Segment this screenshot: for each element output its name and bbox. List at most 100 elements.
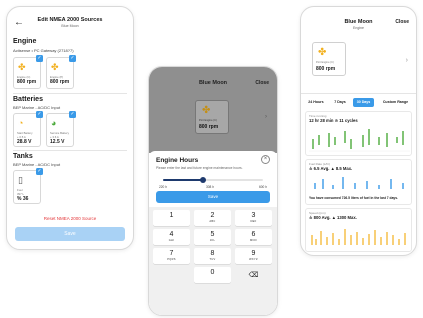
key-letters: WXYZ xyxy=(249,258,258,261)
slider-fill xyxy=(163,179,203,181)
close-icon[interactable]: × xyxy=(261,155,270,164)
sheet-title: Engine Hours xyxy=(156,157,199,164)
tile-value: 12.5 V xyxy=(50,139,65,145)
battery-gauge-icon: ◕ xyxy=(51,118,57,128)
key-letters: JKL xyxy=(209,239,216,242)
card-value: 800 rpm xyxy=(316,66,336,72)
key-6[interactable]: 6 MNO xyxy=(235,229,272,245)
key-digit: 6 xyxy=(251,231,256,238)
slider-max-label: 600 h xyxy=(259,185,267,189)
close-button[interactable]: Close xyxy=(395,19,409,25)
fan-icon: ✤ xyxy=(18,62,26,72)
panel-stat: ≐ 800 Avg. ▲ 1300 Max. xyxy=(309,215,357,220)
dimmed-backdrop: Blue Moon Close ✤ Port Engine (C) 800 rp… xyxy=(149,67,277,153)
tab-24-hours[interactable]: 24 Hours xyxy=(305,98,327,107)
key-digit: 7 xyxy=(169,250,174,257)
speed-panel: Speed (rpm) ≐ 800 Avg. ▲ 1300 Max. xyxy=(305,208,412,252)
backspace-icon[interactable]: ⌫ xyxy=(235,267,272,283)
key-digit: 9 xyxy=(251,250,256,257)
divider xyxy=(13,93,127,94)
section-title-engine: Engine xyxy=(13,38,37,45)
key-4[interactable]: 4 GHI xyxy=(153,229,190,245)
key-3[interactable]: 3 DEF xyxy=(235,210,272,226)
engine-hours-sheet: Engine Hours × Please enter the last and… xyxy=(149,151,277,315)
key-digit: 0 xyxy=(210,269,215,276)
key-digit: 1 xyxy=(169,212,174,219)
key-digit: 2 xyxy=(210,212,215,219)
key-letters: PQRS xyxy=(167,258,176,261)
time-running-panel: Time running 12 hr 28 min ⊙ 11 cycles xyxy=(305,111,412,156)
sheet-description: Please enter the last and future engine … xyxy=(156,166,243,170)
key-digit: 3 xyxy=(251,212,256,219)
source-tile-service-battery[interactable]: ✓ ◕ Service Battery + 3.6 A 12.5 V xyxy=(46,111,76,147)
tile-value: 800 rpm xyxy=(17,79,37,85)
source-tile-fuel-tank[interactable]: ✓ ▯ Fuel 397 L % 36 xyxy=(13,168,43,204)
reset-sources-link[interactable]: Reset NMEA 2000 Source xyxy=(7,216,133,221)
source-tile-engine-p[interactable]: ✓ ✤ Engine (P) 800 rpm xyxy=(46,55,76,89)
divider xyxy=(13,150,127,151)
hours-slider[interactable] xyxy=(163,177,263,183)
slider-min-label: 220 h xyxy=(159,185,167,189)
tile-value: % 36 xyxy=(17,196,29,202)
divider xyxy=(301,93,416,94)
key-7[interactable]: 7 PQRS xyxy=(153,248,190,264)
key-digit: 8 xyxy=(210,250,215,257)
checkbox-checked-icon[interactable]: ✓ xyxy=(69,55,76,62)
fuel-consumption-note: You have consumed 726.5 liters of fuel i… xyxy=(309,196,398,200)
engine-hours-screen: Blue Moon Close ✤ Port Engine (C) 800 rp… xyxy=(148,66,278,316)
tab-custom-range[interactable]: Custom Range xyxy=(377,98,414,107)
fan-icon: ✤ xyxy=(51,62,59,72)
fuel-tank-icon: ▯ xyxy=(18,175,23,185)
checkbox-checked-icon[interactable]: ✓ xyxy=(69,111,76,118)
key-letters: DEF xyxy=(250,220,257,223)
key-letters: GHI xyxy=(168,239,175,242)
engine-card[interactable]: ✤ Port Engine (C) 800 rpm xyxy=(312,42,346,76)
key-letters: TUV xyxy=(209,258,216,261)
key-9[interactable]: 9 WXYZ xyxy=(235,248,272,264)
fuel-rate-chart xyxy=(314,177,404,189)
checkbox-checked-icon[interactable]: ✓ xyxy=(36,168,43,175)
key-2[interactable]: 2 ABC xyxy=(194,210,231,226)
source-tile-start-battery[interactable]: ✓ ◔ Start Battery + 0.5 A 28.8 V xyxy=(13,111,43,147)
chevron-right-icon: › xyxy=(265,114,267,120)
section-subtitle-tanks: BEP Marine - AC/DC Input xyxy=(13,162,61,167)
range-tabs: 24 Hours 7 Days 30 Days Custom Range xyxy=(305,98,412,107)
close-button[interactable]: Close xyxy=(255,80,269,86)
save-button[interactable]: Save xyxy=(15,227,125,241)
time-running-chart xyxy=(309,129,410,152)
engine-card: ✤ Port Engine (C) 800 rpm xyxy=(195,100,229,134)
fan-icon: ✤ xyxy=(202,105,211,116)
checkbox-checked-icon[interactable]: ✓ xyxy=(36,55,43,62)
tab-30-days[interactable]: 30 Days xyxy=(353,98,374,107)
checkbox-checked-icon[interactable]: ✓ xyxy=(36,111,43,118)
key-0[interactable]: 0 xyxy=(194,267,231,283)
slider-thumb[interactable] xyxy=(200,177,206,183)
engine-stats-screen: Blue Moon Engine Close ✤ Port Engine (C)… xyxy=(300,6,417,256)
key-1[interactable]: 1 xyxy=(153,210,190,226)
battery-gauge-icon: ◔ xyxy=(18,118,24,128)
key-digit: 5 xyxy=(210,231,215,238)
panel-stat: ≐ 6.5 Avg. ▲ 8.5 Max. xyxy=(309,166,353,171)
key-letters: MNO xyxy=(250,239,257,242)
key-letters: ABC xyxy=(209,220,216,223)
source-tile-engine-c[interactable]: ✓ ✤ Engine (C) 800 rpm xyxy=(13,55,43,89)
section-title-tanks: Tanks xyxy=(13,153,33,160)
fuel-rate-panel: Fuel Rate (L/hr) ≐ 6.5 Avg. ▲ 8.5 Max. Y… xyxy=(305,159,412,205)
card-caption: Port Engine (C) xyxy=(199,119,217,122)
speed-chart xyxy=(311,229,406,245)
chevron-right-icon[interactable]: › xyxy=(406,57,408,64)
section-subtitle-engine: Actisense • PC Gateway (2718?7) xyxy=(13,48,74,53)
section-subtitle-batteries: BEP Marine - AC/DC Input xyxy=(13,105,61,110)
key-digit: 4 xyxy=(169,231,174,238)
key-5[interactable]: 5 JKL xyxy=(194,229,231,245)
card-value: 800 rpm xyxy=(199,124,219,130)
save-button[interactable]: Save xyxy=(156,191,270,203)
page-title: Edit NMEA 2000 Sources xyxy=(37,17,103,23)
tile-value: 28.8 V xyxy=(17,139,32,145)
tab-7-days[interactable]: 7 Days xyxy=(330,98,350,107)
slider-mid-label: 308 h xyxy=(206,185,214,189)
key-8[interactable]: 8 TUV xyxy=(194,248,231,264)
panel-stat: 12 hr 28 min ⊙ 11 cycles xyxy=(309,118,358,123)
screen-header: ← Edit NMEA 2000 Sources Blue Moon xyxy=(7,15,133,35)
tile-value: 800 rpm xyxy=(50,79,70,85)
